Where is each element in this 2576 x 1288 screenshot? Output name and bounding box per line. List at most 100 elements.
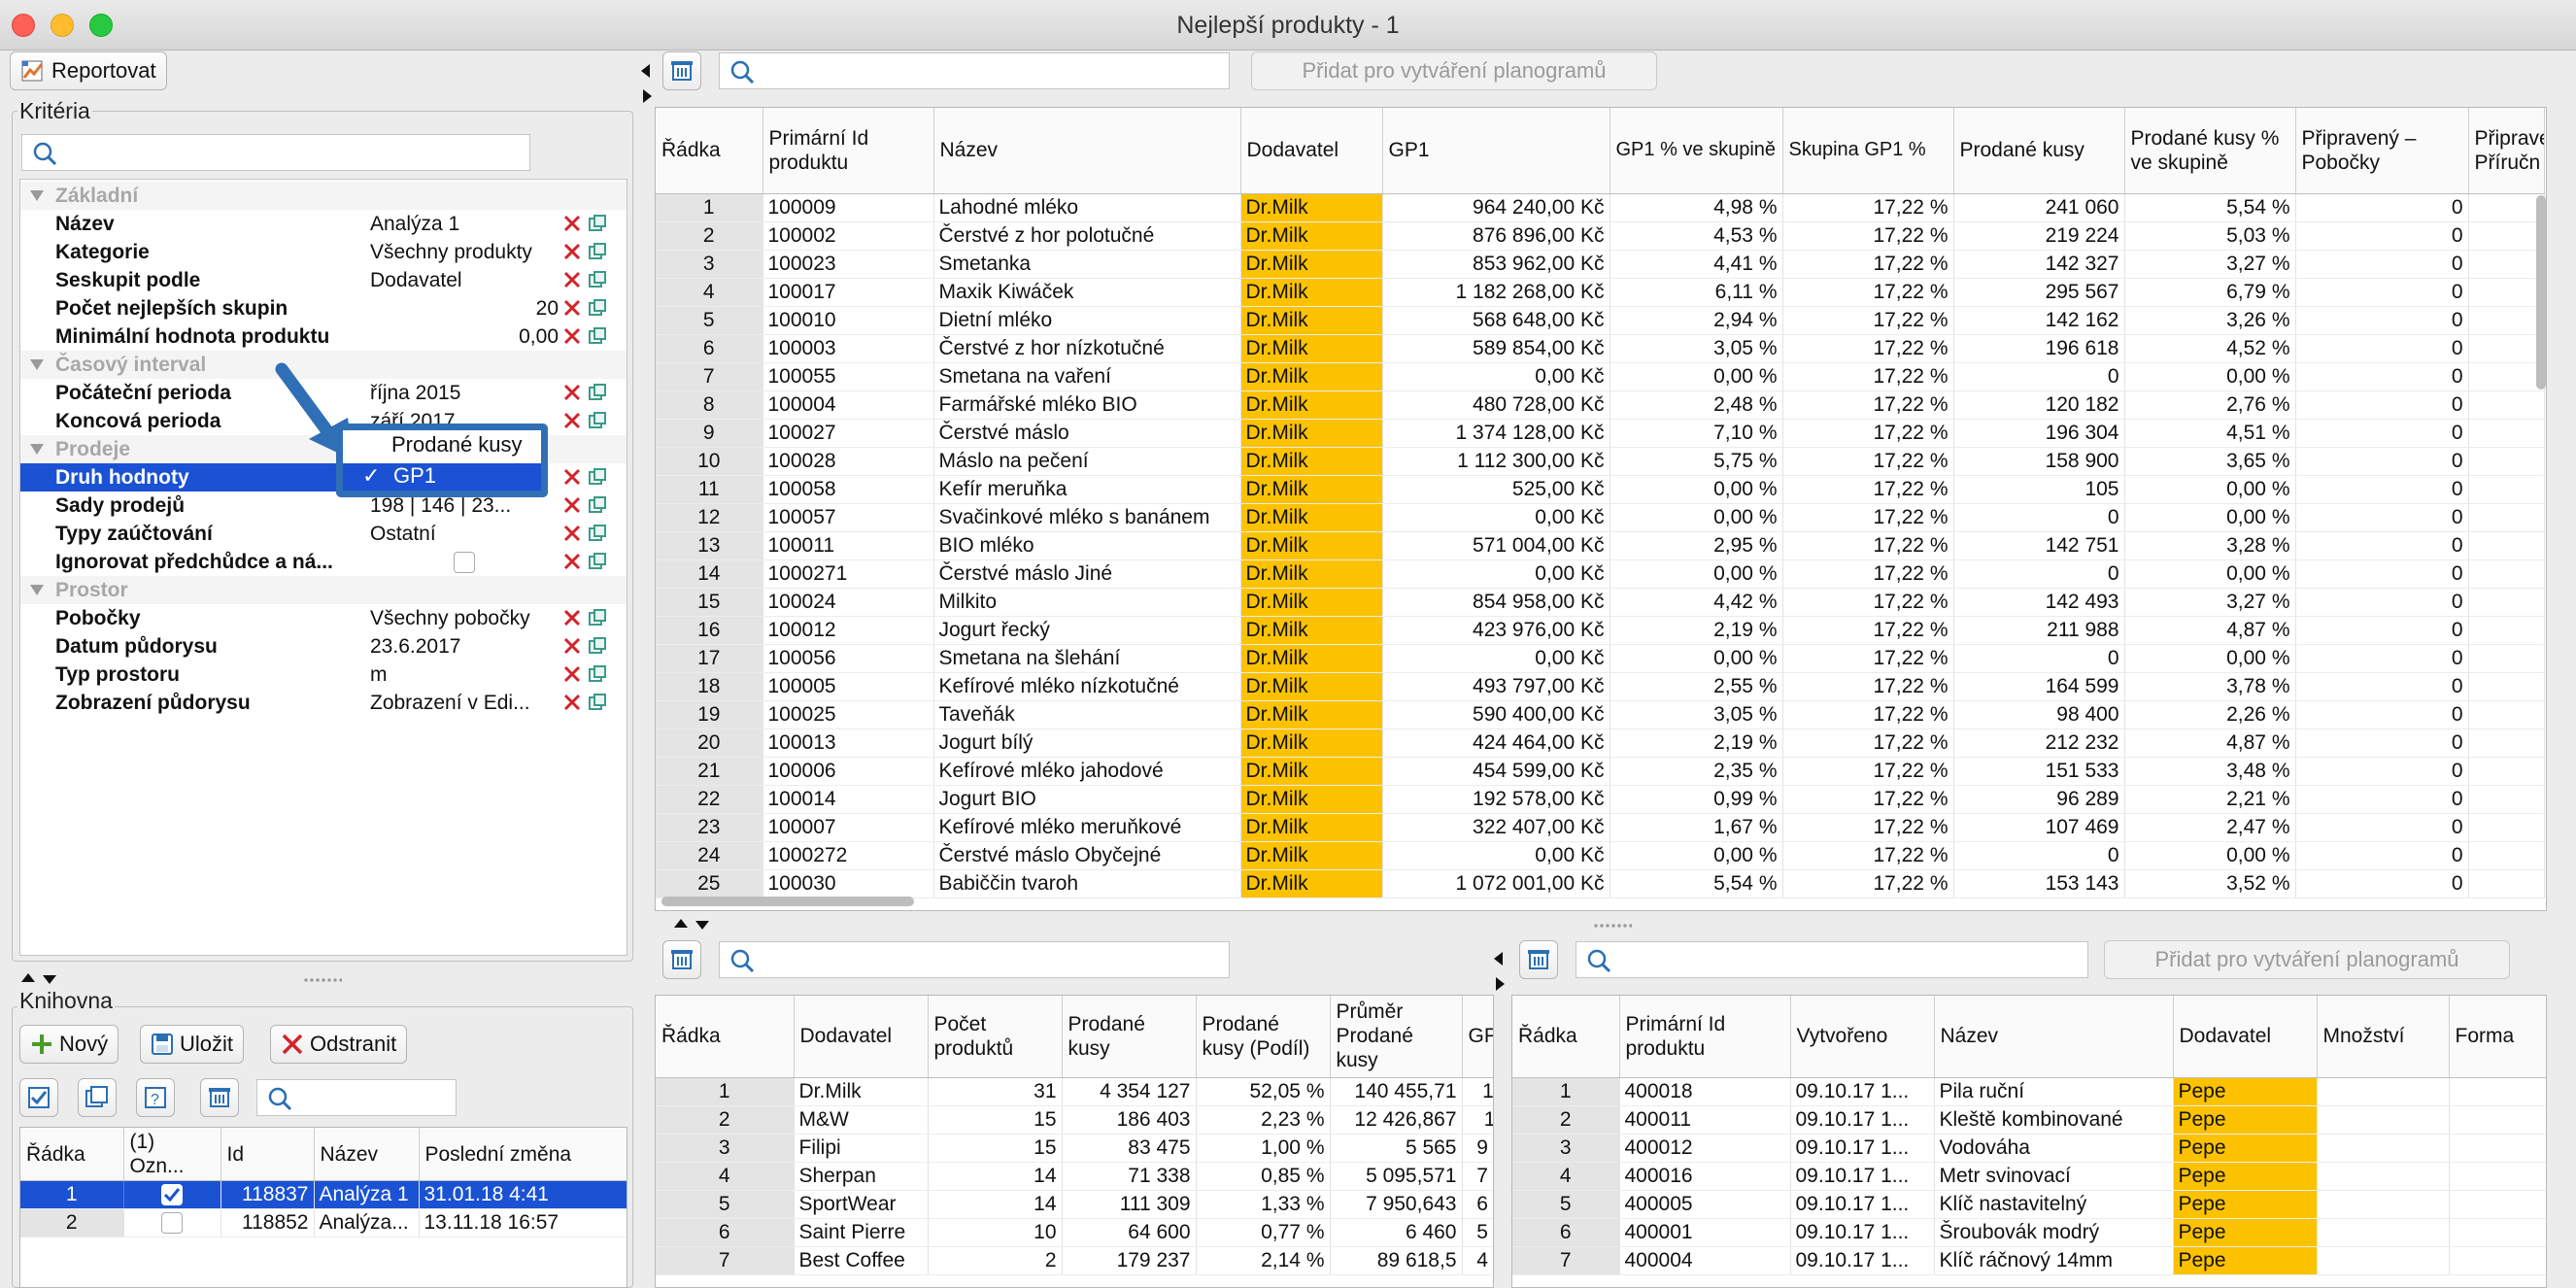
col-gp1[interactable]: GP1 (1382, 108, 1610, 194)
splitter-up-arrow-icon[interactable] (21, 973, 35, 982)
table-row[interactable]: 18 100005 Kefírové mléko nízkotučné Dr.Milk… (656, 672, 2545, 701)
col-prepared-manual[interactable]: Připrave Příručn (2468, 108, 2545, 194)
supplier-col-row[interactable]: Řádka (656, 996, 795, 1078)
table-row[interactable]: 3 100023 Smetanka Dr.Milk 853 962,00 Kč 4,41 … (656, 250, 2545, 279)
table-row[interactable]: 4Sherpan1471 3380,85 %5 095,5717 8 (656, 1162, 1493, 1191)
table-row[interactable]: 2M&W15186 4032,23 %12 426,86711 (656, 1105, 1493, 1135)
prop-value[interactable]: Všechny pobočky (370, 607, 530, 630)
table-row[interactable]: 6 400001 09.10.17 1... Šroubovák modrý Pepe (1512, 1218, 2546, 1247)
prop-row-space-type[interactable]: Typ prostoru m (20, 661, 627, 689)
collapse-left-arrow-icon[interactable] (641, 64, 650, 78)
report-button[interactable]: Reportovat (10, 51, 167, 90)
tools-col-name[interactable]: Název (1934, 996, 2174, 1078)
table-row[interactable]: 5SportWear14111 3091,33 %7 950,6436 9 (656, 1190, 1493, 1219)
main-vertical-scrollbar[interactable] (2536, 195, 2546, 390)
table-row[interactable]: 15 100024 Milkito Dr.Milk 854 958,00 Kč 4,42 … (656, 588, 2545, 617)
edit-icon[interactable] (588, 214, 607, 233)
tools-col-created[interactable]: Vytvořeno (1790, 996, 1935, 1078)
supplier-col-sold[interactable]: Prodané kusy (1062, 996, 1197, 1078)
prop-value[interactable]: Všechny produkty (370, 241, 532, 264)
delete-x-icon[interactable] (562, 411, 582, 430)
tools-col-primary-id[interactable]: Primární Id produktu (1619, 996, 1791, 1078)
supplier-col-count[interactable]: Počet produktů (928, 996, 1063, 1078)
table-row[interactable]: 1 400018 09.10.17 1... Pila ruční Pepe (1512, 1077, 2546, 1106)
library-search[interactable] (256, 1079, 457, 1116)
delete-x-icon[interactable] (562, 636, 582, 656)
table-row[interactable]: 4 400016 09.10.17 1... Metr svinovací Pepe (1512, 1162, 2546, 1191)
tools-col-quantity[interactable]: Množství (2317, 996, 2450, 1078)
check-all-button[interactable] (19, 1078, 58, 1117)
tools-clear-filter-button[interactable] (1519, 940, 1558, 979)
splitter-grip[interactable] (1593, 924, 1632, 928)
edit-icon[interactable] (588, 693, 607, 712)
table-row[interactable]: 1 100009 Lahodné mléko Dr.Milk 964 240,00 Kč… (656, 193, 2545, 222)
help-button[interactable]: ? (136, 1078, 175, 1117)
supplier-col-supplier[interactable]: Dodavatel (794, 996, 929, 1078)
col-sold-share[interactable]: Prodané kusy % ve skupině (2124, 108, 2296, 194)
criteria-search[interactable] (21, 134, 530, 171)
col-name[interactable]: Název (933, 108, 1241, 194)
add-planogram-button[interactable]: Přidat pro vytváření planogramů (1251, 51, 1657, 90)
supplier-search-input[interactable] (764, 946, 1223, 973)
delete-x-icon[interactable] (562, 383, 582, 402)
remove-button[interactable]: Odstranit (270, 1025, 408, 1064)
library-search-input[interactable] (302, 1084, 450, 1111)
supplier-col-gp1[interactable]: GP1 (1462, 996, 1493, 1078)
delete-x-icon[interactable] (562, 326, 582, 346)
delete-x-icon[interactable] (562, 298, 582, 318)
prop-value[interactable]: Ostatní (370, 523, 436, 546)
library-col-id[interactable]: Id (220, 1128, 315, 1181)
delete-x-icon[interactable] (562, 552, 582, 571)
table-row[interactable]: 8 100004 Farmářské mléko BIO Dr.Milk 480 728… (656, 390, 2545, 420)
ignore-predecessor-checkbox[interactable] (454, 552, 475, 573)
tools-search[interactable] (1576, 941, 2088, 978)
table-row[interactable]: 21 100006 Kefírové mléko jahodové Dr.Milk 45… (656, 757, 2545, 786)
table-row[interactable]: 6 100003 Čerstvé z hor nízkotučné Dr.Milk 58… (656, 334, 2545, 363)
supplier-col-avg-sold[interactable]: Průměr Prodané kusy (1330, 996, 1463, 1078)
table-row[interactable]: 3 400012 09.10.17 1... Vodováha Pepe (1512, 1134, 2546, 1163)
table-row[interactable]: 10 100028 Máslo na pečení Dr.Milk 1 112 300,… (656, 447, 2545, 476)
prop-value[interactable]: Dodavatel (370, 269, 462, 292)
table-row[interactable]: 9 100027 Čerstvé máslo Dr.Milk 1 374 128,00 … (656, 419, 2545, 448)
criteria-search-input[interactable] (67, 139, 524, 166)
library-row-mark[interactable] (123, 1180, 221, 1209)
prop-value[interactable]: 20 (370, 297, 559, 321)
prop-row-name[interactable]: Název Analýza 1 (20, 210, 627, 238)
table-row[interactable]: 3Filipi1583 4751,00 %5 5659 1 (656, 1134, 1493, 1163)
mark-checkbox[interactable] (161, 1184, 183, 1206)
tools-col-supplier[interactable]: Dodavatel (2173, 996, 2318, 1078)
prop-row-min-value[interactable]: Minimální hodnota produktu 0,00 (20, 322, 627, 351)
edit-icon[interactable] (588, 383, 607, 402)
edit-icon[interactable] (588, 298, 607, 318)
table-row[interactable]: 13 100011 BIO mléko Dr.Milk 571 004,00 Kč 2,9… (656, 531, 2545, 560)
copy-button[interactable] (78, 1078, 117, 1117)
prop-value[interactable]: Analýza 1 (370, 213, 459, 236)
table-row[interactable]: 25 100030 Babiččin tvaroh Dr.Milk 1 072 001,… (656, 869, 2545, 898)
table-row[interactable]: 11 100058 Kefír meruňka Dr.Milk 525,00 Kč 0,0… (656, 475, 2545, 504)
splitter-down-arrow-icon[interactable] (43, 975, 56, 984)
main-clear-filter-button[interactable] (662, 51, 701, 90)
table-row[interactable]: 7 400004 09.10.17 1... Klíč ráčnový 14mm Pep… (1512, 1246, 2546, 1275)
delete-x-icon[interactable] (562, 608, 582, 627)
edit-icon[interactable] (588, 270, 607, 289)
table-row[interactable]: 2 100002 Čerstvé z hor polotučné Dr.Milk 876… (656, 221, 2545, 251)
prop-row-top-groups[interactable]: Počet nejlepších skupin 20 (20, 294, 627, 322)
splitter-down-arrow-icon[interactable] (695, 921, 709, 930)
tools-col-form[interactable]: Forma (2449, 996, 2546, 1078)
delete-x-icon[interactable] (562, 467, 582, 487)
value-type-dropdown[interactable]: Prodané kusy ✓ GP1 (336, 424, 548, 497)
supplier-col-sold-share[interactable]: Prodané kusy (Podíl) (1196, 996, 1331, 1078)
delete-x-icon[interactable] (562, 524, 582, 543)
table-row[interactable]: 7Best Coffee2179 2372,14 %89 618,54 0 (656, 1246, 1493, 1275)
table-row[interactable]: 6Saint Pierre1064 6000,77 %6 4605 8 (656, 1218, 1493, 1247)
edit-icon[interactable] (588, 411, 607, 430)
main-search[interactable] (719, 52, 1230, 89)
table-row[interactable]: 14 1000271 Čerstvé máslo Jiné Dr.Milk 0,00 K… (656, 559, 2545, 589)
main-horizontal-scrollbar[interactable] (661, 897, 914, 906)
delete-x-icon[interactable] (562, 664, 582, 684)
library-row[interactable]: 1 118837 Analýza 1 31.01.18 4:41 (20, 1180, 627, 1209)
expand-right-arrow-icon[interactable] (643, 89, 652, 103)
prop-value[interactable]: 23.6.2017 (370, 635, 460, 659)
edit-icon[interactable] (588, 326, 607, 346)
table-row[interactable]: 2 400011 09.10.17 1... Kleště kombinované Pe… (1512, 1105, 2546, 1135)
